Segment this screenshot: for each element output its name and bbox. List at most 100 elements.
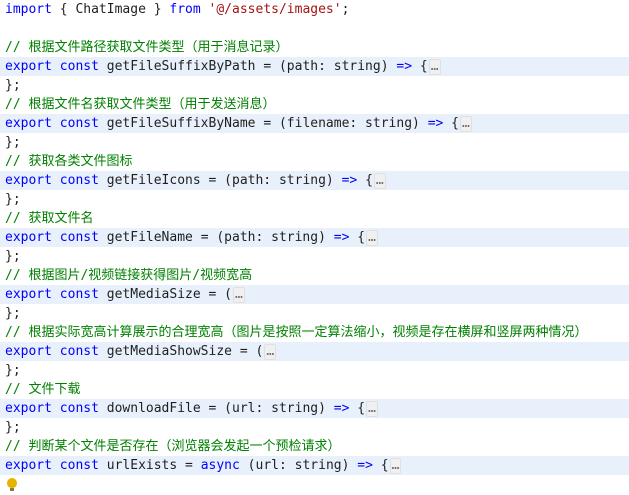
folded-function-line[interactable]: export const downloadFile = (url: string… <box>0 399 629 418</box>
import-name: ChatImage <box>75 2 146 17</box>
export-keyword: export <box>5 344 52 359</box>
fold-ellipsis[interactable]: … <box>366 230 378 246</box>
const-keyword: const <box>59 59 99 74</box>
code-comment: // 根据图片/视频链接获得图片/视频宽高 <box>5 268 253 283</box>
fold-ellipsis[interactable]: … <box>366 401 378 417</box>
function-params: (path: string) <box>216 230 326 245</box>
folded-function-line[interactable]: export const getMediaSize = (… <box>0 285 629 304</box>
export-keyword: export <box>5 173 52 188</box>
function-params: (url: string) <box>247 458 350 473</box>
arrow: => <box>333 401 350 416</box>
export-keyword: export <box>5 458 52 473</box>
function-name: getFileName <box>106 230 193 245</box>
equals-sign: = <box>185 458 193 473</box>
lightbulb-icon[interactable] <box>5 477 19 493</box>
brace-open: { <box>380 458 389 473</box>
code-line[interactable]: }; <box>0 361 629 380</box>
code-line[interactable]: // 判断某个文件是否存在（浏览器会发起一个预检请求） <box>0 437 629 456</box>
code-editor[interactable]: import { ChatImage } from '@/assets/imag… <box>0 0 629 495</box>
code-line[interactable]: // 根据图片/视频链接获得图片/视频宽高 <box>0 266 629 285</box>
arrow: => <box>357 458 373 473</box>
code-line[interactable] <box>0 475 629 494</box>
arrow: => <box>341 173 358 188</box>
code-line[interactable]: // 根据文件名获取文件类型（用于发送消息） <box>0 95 629 114</box>
import-path: '@/assets/images' <box>208 2 342 17</box>
equals-sign: = <box>263 116 272 131</box>
equals-sign: = <box>208 173 217 188</box>
code-line[interactable]: import { ChatImage } from '@/assets/imag… <box>0 0 629 19</box>
function-name: downloadFile <box>106 401 201 416</box>
semicolon: ; <box>341 2 350 17</box>
code-comment: // 获取文件名 <box>5 211 94 226</box>
function-params: (path: string) <box>224 173 334 188</box>
brace-open: { <box>357 401 366 416</box>
code-line[interactable] <box>0 19 629 38</box>
export-keyword: export <box>5 59 52 74</box>
export-keyword: export <box>5 287 52 302</box>
export-keyword: export <box>5 401 52 416</box>
folded-function-line[interactable]: export const getMediaShowSize = (… <box>0 342 629 361</box>
closing-brace: }; <box>5 135 21 150</box>
folded-function-line[interactable]: export const getFileSuffixByName = (file… <box>0 114 629 133</box>
brace-open: { <box>419 59 428 74</box>
brace-open: { <box>365 173 373 188</box>
code-line[interactable]: }; <box>0 133 629 152</box>
arrow: => <box>333 230 350 245</box>
code-line[interactable]: // 获取文件名 <box>0 209 629 228</box>
const-keyword: const <box>59 173 99 188</box>
folded-function-line[interactable]: export const getFileSuffixByPath = (path… <box>0 57 629 76</box>
code-line[interactable]: // 获取各类文件图标 <box>0 152 629 171</box>
brace-open: { <box>357 230 366 245</box>
folded-function-line[interactable]: export const urlExists = async (url: str… <box>0 456 629 475</box>
arrow: => <box>427 116 444 131</box>
code-line[interactable]: }; <box>0 304 629 323</box>
equals-sign: = <box>239 344 248 359</box>
fold-ellipsis[interactable]: … <box>373 173 386 189</box>
fold-ellipsis[interactable]: … <box>389 458 402 474</box>
closing-brace: }; <box>5 306 21 321</box>
function-params: (path: string) <box>278 59 389 74</box>
const-keyword: const <box>59 344 99 359</box>
code-line[interactable]: // 根据实际宽高计算展示的合理宽高（图片是按照一定算法缩小，视频是存在横屏和竖… <box>0 323 629 342</box>
brace-open: { <box>451 116 459 131</box>
function-name: getFileIcons <box>106 173 201 188</box>
code-line[interactable]: // 根据文件路径获取文件类型（用于消息记录） <box>0 38 629 57</box>
code-line[interactable]: }; <box>0 76 629 95</box>
code-line[interactable]: }; <box>0 190 629 209</box>
paren-open: ( <box>224 287 232 302</box>
closing-brace: }; <box>5 78 21 93</box>
brace-open: { <box>59 2 68 17</box>
code-comment: // 根据文件名获取文件类型（用于发送消息） <box>5 97 276 112</box>
import-keyword: import <box>5 2 52 17</box>
code-line[interactable]: }; <box>0 247 629 266</box>
brace-close: } <box>153 2 162 17</box>
export-keyword: export <box>5 116 52 131</box>
code-line[interactable]: // 文件下载 <box>0 380 629 399</box>
fold-ellipsis[interactable]: … <box>264 344 277 360</box>
code-comment: // 文件下载 <box>5 382 81 397</box>
folded-function-line[interactable]: export const getFileIcons = (path: strin… <box>0 171 629 190</box>
function-name: urlExists <box>106 458 178 473</box>
code-comment: // 判断某个文件是否存在（浏览器会发起一个预检请求） <box>5 439 341 454</box>
code-comment: // 获取各类文件图标 <box>5 154 133 169</box>
fold-ellipsis[interactable]: … <box>428 59 441 75</box>
closing-brace: }; <box>5 249 21 264</box>
equals-sign: = <box>208 401 217 416</box>
fold-ellipsis[interactable]: … <box>460 116 472 132</box>
code-line[interactable]: }; <box>0 418 629 437</box>
function-params: (url: string) <box>224 401 326 416</box>
fold-ellipsis[interactable]: … <box>233 287 245 303</box>
function-name: getMediaSize <box>106 287 201 302</box>
function-name: getFileSuffixByName <box>106 116 256 131</box>
paren-open: ( <box>255 344 264 359</box>
equals-sign: = <box>263 59 272 74</box>
const-keyword: const <box>59 401 99 416</box>
async-keyword: async <box>200 458 240 473</box>
closing-brace: }; <box>5 420 21 435</box>
from-keyword: from <box>169 2 201 17</box>
folded-function-line[interactable]: export const getFileName = (path: string… <box>0 228 629 247</box>
const-keyword: const <box>59 458 99 473</box>
function-name: getFileSuffixByPath <box>106 59 256 74</box>
function-params: (filename: string) <box>278 116 420 131</box>
code-comment: // 根据文件路径获取文件类型（用于消息记录） <box>5 40 289 55</box>
